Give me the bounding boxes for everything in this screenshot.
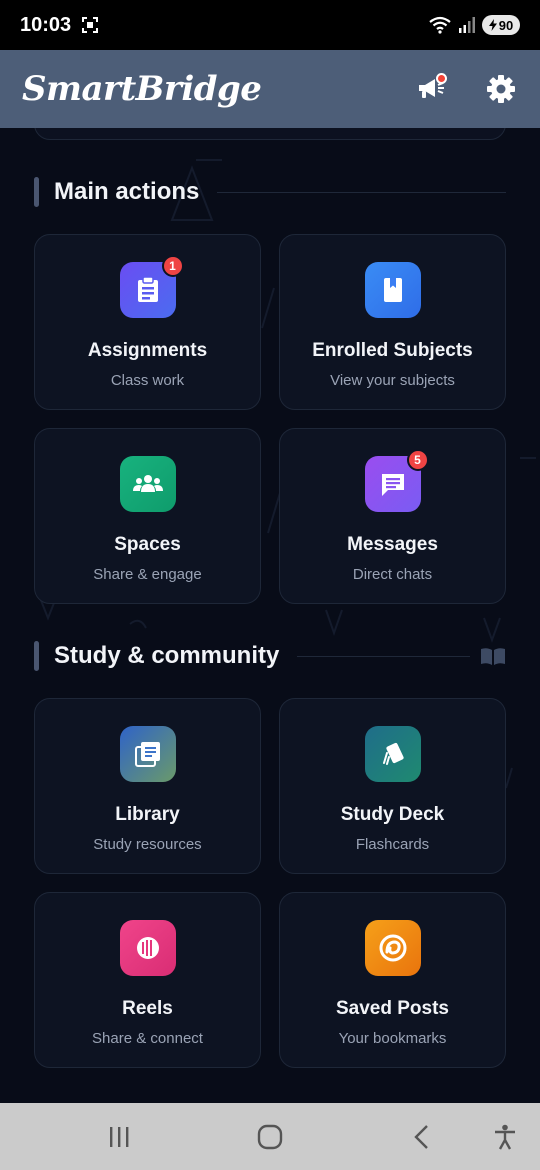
bookmark-swirl-icon bbox=[379, 934, 406, 962]
notification-dot bbox=[436, 73, 447, 84]
card-subtitle: Direct chats bbox=[352, 566, 433, 583]
section-divider bbox=[297, 655, 470, 657]
card-title: Spaces bbox=[114, 534, 181, 555]
back-button[interactable] bbox=[406, 1121, 438, 1153]
study-deck-card[interactable]: Study Deck Flashcards bbox=[279, 698, 506, 874]
spaces-tile bbox=[119, 456, 176, 512]
section-accent-bar bbox=[34, 641, 39, 671]
messages-tile: 5 bbox=[364, 449, 429, 512]
enrolled-subjects-card[interactable]: Enrolled Subjects View your subjects bbox=[279, 234, 506, 410]
accessibility-button[interactable] bbox=[489, 1121, 521, 1153]
saved-posts-card[interactable]: Saved Posts Your bookmarks bbox=[279, 892, 506, 1068]
card-title: Reels bbox=[122, 998, 173, 1019]
settings-button[interactable] bbox=[484, 72, 518, 106]
recent-apps-icon bbox=[110, 1127, 129, 1147]
card-subtitle: Flashcards bbox=[355, 836, 430, 853]
study-deck-tile bbox=[364, 726, 421, 782]
screenshot-icon bbox=[82, 17, 99, 33]
library-tile bbox=[119, 726, 176, 782]
home-button[interactable] bbox=[254, 1121, 286, 1153]
gear-icon bbox=[487, 75, 515, 103]
status-bar: 10:03 90 bbox=[0, 0, 540, 50]
chat-icon bbox=[381, 474, 404, 496]
card-subtitle: Share & engage bbox=[93, 566, 202, 583]
reels-tile bbox=[119, 920, 176, 976]
home-icon bbox=[257, 1124, 283, 1150]
card-title: Enrolled Subjects bbox=[312, 340, 473, 361]
card-subtitle: Your bookmarks bbox=[338, 1030, 447, 1047]
cards-icon bbox=[382, 742, 404, 765]
status-time: 10:03 bbox=[20, 13, 72, 36]
system-navigation-bar bbox=[0, 1103, 540, 1170]
battery-indicator: 90 bbox=[482, 15, 520, 35]
messages-card[interactable]: 5 Messages Direct chats bbox=[279, 428, 506, 604]
clipboard-icon bbox=[137, 277, 158, 302]
brand-logo: SmartBridge bbox=[22, 69, 262, 109]
card-subtitle: Class work bbox=[110, 372, 185, 389]
book-icon bbox=[383, 278, 402, 302]
open-book-icon bbox=[481, 648, 505, 665]
assignments-card[interactable]: 1 Assignments Class work bbox=[34, 234, 261, 410]
group-icon bbox=[132, 475, 163, 492]
announcements-button[interactable] bbox=[414, 72, 448, 106]
signal-icon bbox=[459, 17, 475, 33]
back-icon bbox=[414, 1125, 428, 1149]
assignments-badge: 1 bbox=[161, 255, 184, 277]
reels-card[interactable]: Reels Share & connect bbox=[34, 892, 261, 1068]
card-title: Messages bbox=[347, 534, 438, 555]
accessibility-icon bbox=[495, 1124, 515, 1150]
section-header-main-actions: Main actions bbox=[34, 175, 506, 209]
card-title: Library bbox=[115, 804, 180, 825]
app-bar: SmartBridge bbox=[0, 50, 540, 128]
section-title: Main actions bbox=[54, 178, 200, 205]
spaces-card[interactable]: Spaces Share & engage bbox=[34, 428, 261, 604]
section-accent-bar bbox=[34, 177, 39, 207]
card-subtitle: Study resources bbox=[93, 836, 202, 853]
wifi-icon bbox=[429, 16, 451, 34]
recent-apps-button[interactable] bbox=[103, 1121, 135, 1153]
battery-level: 90 bbox=[498, 17, 514, 33]
card-subtitle: View your subjects bbox=[330, 372, 455, 389]
saved-posts-tile bbox=[364, 920, 421, 976]
library-icon bbox=[134, 742, 160, 767]
card-title: Assignments bbox=[87, 340, 208, 361]
card-subtitle: Share & connect bbox=[92, 1030, 203, 1047]
previous-card-edge bbox=[34, 128, 506, 140]
card-title: Saved Posts bbox=[336, 998, 449, 1019]
library-card[interactable]: Library Study resources bbox=[34, 698, 261, 874]
assignments-tile: 1 bbox=[119, 255, 184, 318]
section-title: Study & community bbox=[54, 642, 280, 669]
section-header-study-community: Study & community bbox=[34, 639, 506, 673]
enrolled-subjects-tile bbox=[364, 262, 421, 318]
section-divider bbox=[217, 191, 506, 193]
dashboard-content[interactable]: Main actions 1 Assignments Class work En… bbox=[0, 128, 540, 1103]
messages-badge: 5 bbox=[406, 449, 429, 471]
reels-icon bbox=[136, 937, 159, 959]
card-title: Study Deck bbox=[340, 804, 445, 825]
charging-icon bbox=[488, 19, 497, 31]
